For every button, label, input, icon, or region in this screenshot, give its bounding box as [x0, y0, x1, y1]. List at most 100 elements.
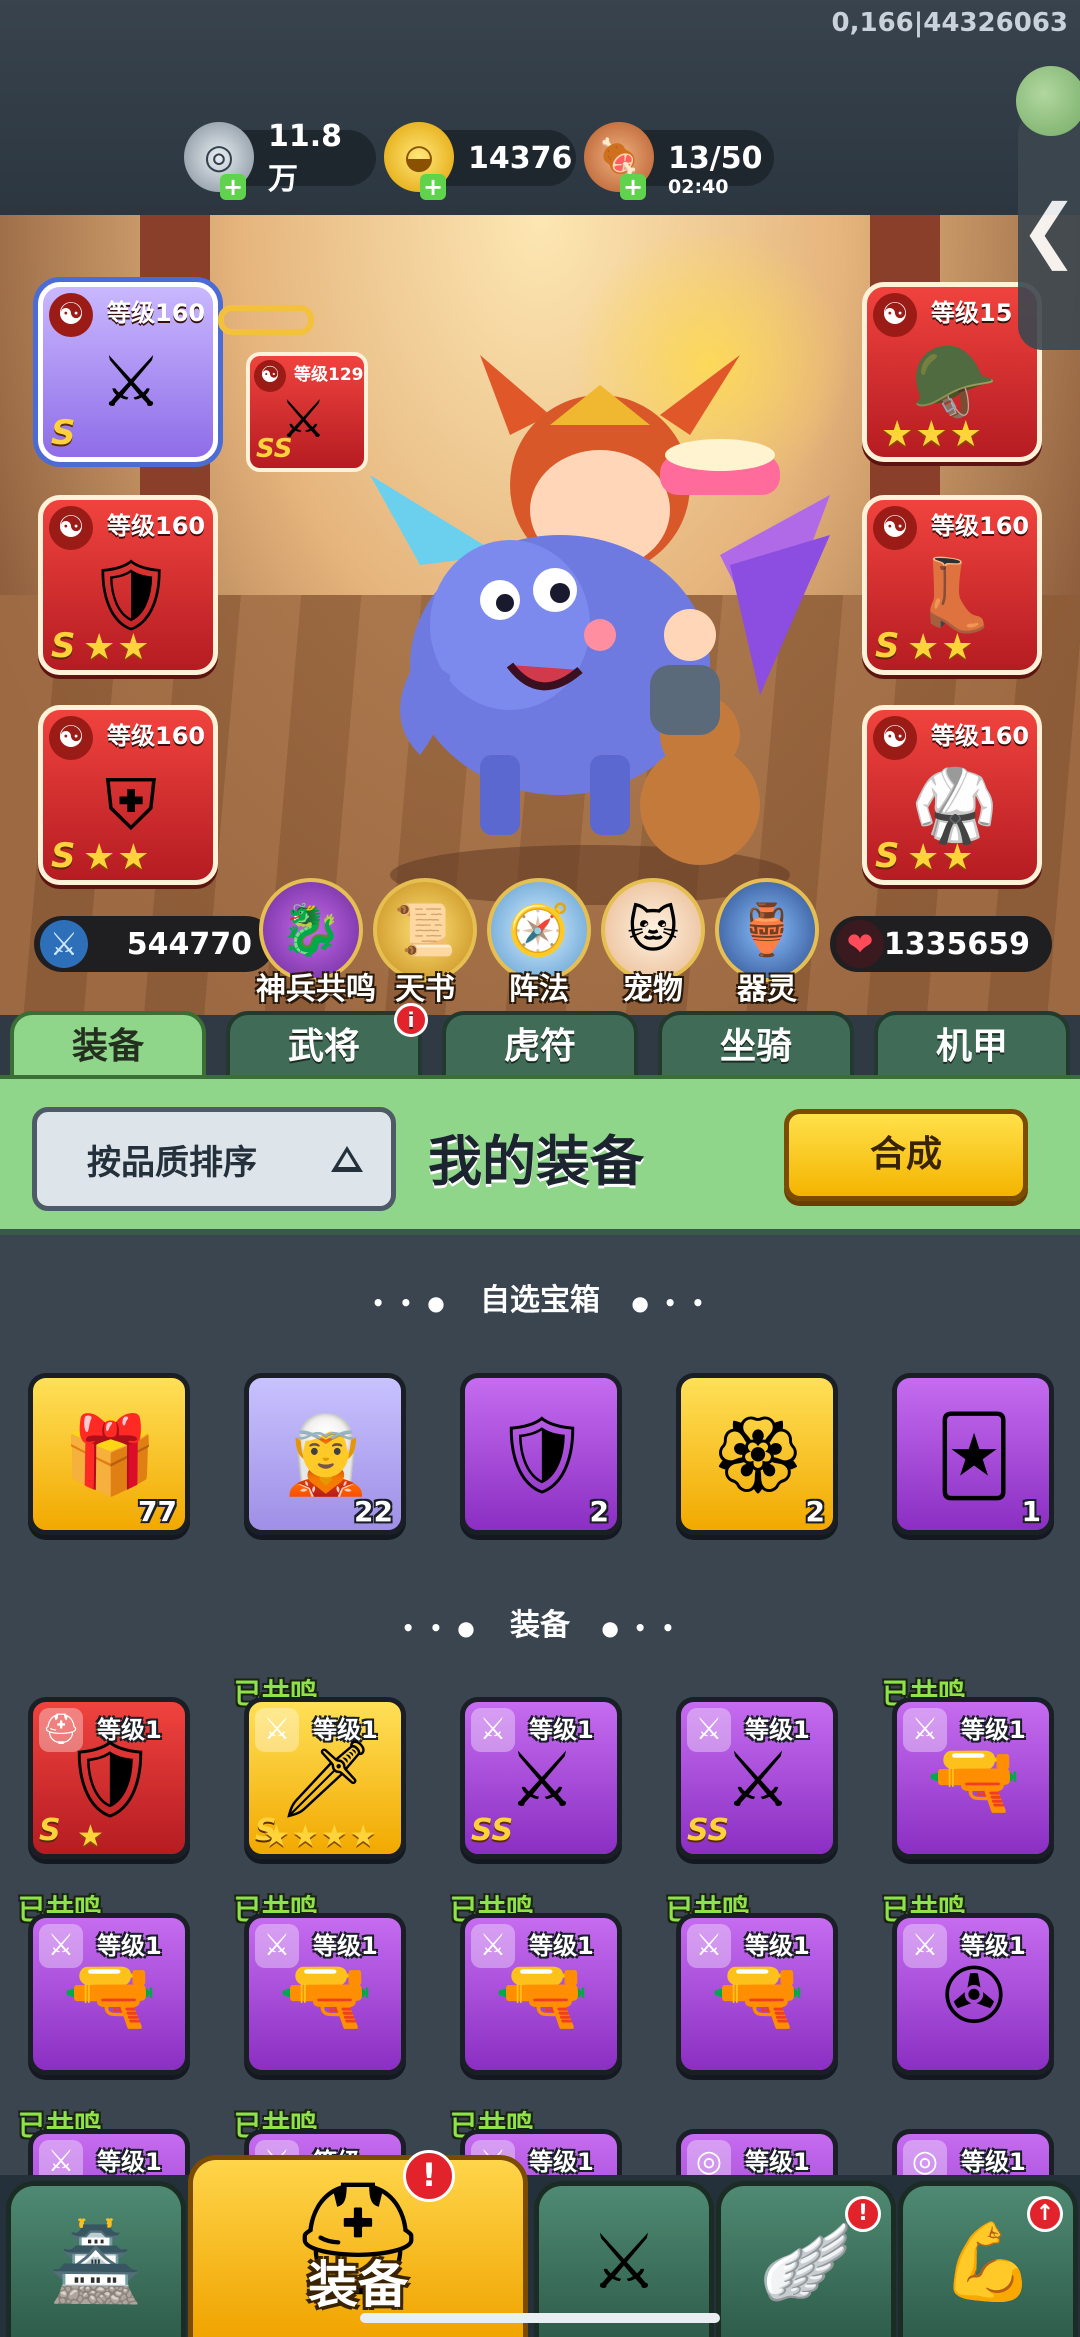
equip-level: 等级160 [107, 512, 206, 540]
section-dots-right: ● • • [601, 1616, 679, 1640]
equipment-item[interactable]: ⚔ 等级1 🔫 [676, 1913, 838, 2075]
combat-power-pill: ⚔ 544770 [34, 916, 274, 972]
tab-mecha[interactable]: 机甲 [874, 1011, 1070, 1081]
tab-mount[interactable]: 坐骑 [658, 1011, 854, 1081]
star-rating: ★ [77, 1819, 104, 1854]
equip-slot-boots[interactable]: ☯ 等级160 👢 S ★ ★ [862, 495, 1042, 675]
info-badge-icon: i [394, 1003, 428, 1037]
tab-label: 武将 [287, 1026, 360, 1067]
section-title-equipment: • • ● 装备 ● • • [0, 1600, 1080, 1644]
silver-coin-counter[interactable]: ◎ 11.8万 + [184, 119, 376, 200]
stamina-counter[interactable]: 🍖 13/50 + 02:40 [584, 122, 774, 200]
tab-equipment[interactable]: 装备 [10, 1011, 206, 1081]
tab-tiger-tally[interactable]: 虎符 [442, 1011, 638, 1081]
equipment-item[interactable]: ⚔ 等级1 🔫 [244, 1913, 406, 2075]
hero-card-icon: 🃏 [935, 1410, 1013, 1500]
yin-yang-icon: ☯ [49, 506, 93, 550]
chest-item[interactable]: 🧝 22 [244, 1373, 406, 1535]
feature-heavenly-book[interactable]: 📜 天书 [370, 878, 480, 1008]
nav-label: 装备 [308, 2256, 408, 2314]
side-event-icon[interactable] [1016, 66, 1080, 136]
chest-item[interactable]: 🏵 2 [676, 1373, 838, 1535]
tab-generals[interactable]: 武将 i [226, 1003, 428, 1081]
equip-slot-helmet[interactable]: ☯ 等级15 🪖 ★ ★ ★ [862, 282, 1042, 462]
yin-yang-icon: ☯ [873, 716, 917, 760]
upgrade-arrow-icon: ↑ [1027, 2196, 1063, 2232]
nav-city[interactable]: 🏯 [6, 2181, 186, 2337]
equip-grade: S [51, 413, 76, 453]
side-panel-toggle[interactable]: ❮ [1016, 66, 1080, 350]
nav-upgrade[interactable]: 💪 ↑ [898, 2181, 1078, 2337]
equipment-item[interactable]: ⚔ 等级1 🔫 [892, 1697, 1054, 1859]
section-dots-right: ● • • [631, 1291, 709, 1315]
equip-slot-weapon[interactable]: ☯ 等级160 ⚔ S [38, 282, 218, 462]
star-rating: ★ ★ ★ ★ [263, 1819, 377, 1854]
equip-grade: SS [256, 434, 293, 464]
linked-weapon-slot[interactable]: ☯ 等级129 ⚔ SS [246, 352, 368, 472]
crossbow-icon: 🔫 [494, 1950, 590, 2039]
stamina-timer: 02:40 [668, 176, 729, 198]
equip-level: 等级160 [931, 722, 1030, 750]
feature-label: 阵法 [509, 972, 569, 1007]
crossbow-icon: 🔫 [62, 1950, 158, 2039]
feature-pet[interactable]: 🐱 宠物 [598, 878, 708, 1008]
link-chain [218, 305, 314, 335]
equip-level: 等级160 [107, 299, 206, 327]
equipment-item[interactable]: ⚔ 等级1 ⚔ SS [460, 1697, 622, 1859]
section-dots-left: • • ● [371, 1291, 449, 1315]
hero-character-art[interactable] [360, 335, 840, 935]
nav-heroes[interactable]: 🪽 ! [716, 2181, 896, 2337]
add-stamina-button[interactable]: + [620, 174, 646, 200]
equipment-item[interactable]: ⛑ 等级1 🛡 S ★ [28, 1697, 190, 1859]
equipment-item[interactable]: ⚔ 等级1 🔫 [460, 1913, 622, 2075]
combine-button[interactable]: 合成 [784, 1109, 1028, 1201]
item-count: 22 [354, 1495, 393, 1528]
item-count: 77 [138, 1495, 177, 1528]
inventory-grid[interactable]: • • ● 自选宝箱 ● • • 🎁 77 🧝 22 🛡 2 🏵 2 🃏 1 •… [0, 1235, 1080, 2291]
equipment-item[interactable]: ⚔ 等级1 ✇ [892, 1913, 1054, 2075]
hero-shard-icon: 🧝 [278, 1410, 374, 1499]
feature-formation[interactable]: 🧭 阵法 [484, 878, 594, 1008]
equip-level: 等级129 [294, 365, 364, 385]
equip-level: 等级160 [107, 722, 206, 750]
add-gold-button[interactable]: + [420, 174, 446, 200]
equip-slot-chest[interactable]: ☯ 等级160 🥋 S ★ ★ [862, 705, 1042, 885]
sort-label: 按品质排序 [87, 1142, 257, 1183]
item-count: 2 [805, 1495, 825, 1528]
yin-yang-icon: ☯ [49, 716, 93, 760]
equip-slot-armor[interactable]: ☯ 等级160 🛡 S ★ ★ [38, 495, 218, 675]
yin-yang-icon: ☯ [873, 293, 917, 337]
section-dots-left: • • ● [401, 1616, 479, 1640]
home-indicator[interactable] [360, 2313, 720, 2323]
feature-artifact-spirit[interactable]: 🏺 器灵 [712, 878, 822, 1008]
chest-item[interactable]: 🎁 77 [28, 1373, 190, 1535]
feature-divine-weapon[interactable]: 🐉 神兵共鸣 [256, 878, 376, 1008]
star-rating: ★ ★ [907, 837, 974, 878]
equipment-item[interactable]: ⚔ 等级1 🗡 S ★ ★ ★ ★ [244, 1697, 406, 1859]
item-level: 等级1 [745, 2148, 810, 2176]
feature-label: 器灵 [737, 972, 797, 1007]
item-level: 等级1 [529, 2148, 594, 2176]
crossbow-icon: 🔫 [278, 1950, 374, 2039]
section-label: 自选宝箱 [480, 1283, 600, 1318]
equipment-item[interactable]: ⚔ 等级1 ⚔ SS [676, 1697, 838, 1859]
weapon-icon: ⚔ [99, 341, 163, 423]
equip-level: 等级15 [931, 299, 1013, 327]
crossed-swords-icon: ⚔ [589, 2217, 659, 2306]
hp-value: 1335659 [883, 926, 1030, 962]
sort-dropdown[interactable]: 按品质排序 [32, 1107, 396, 1211]
panel-title: 我的装备 [428, 1130, 644, 1193]
add-silver-button[interactable]: + [220, 174, 246, 200]
equip-grade: S [51, 626, 76, 666]
chest-item[interactable]: 🛡 2 [460, 1373, 622, 1535]
item-level: 等级1 [97, 2148, 162, 2176]
gold-ingot-counter[interactable]: ◒ 14376 + [384, 122, 576, 200]
feature-label: 天书 [395, 972, 455, 1007]
equip-slot-shield[interactable]: ☯ 等级160 ⛨ S ★ ★ [38, 705, 218, 885]
chest-item[interactable]: 🃏 1 [892, 1373, 1054, 1535]
nav-equipment[interactable]: ⛑ 装备 ! [188, 2150, 528, 2337]
winged-helmet-icon: 🪽 [758, 2216, 854, 2306]
equipment-item[interactable]: ⚔ 等级1 🔫 [28, 1913, 190, 2075]
alert-badge-icon: ! [845, 2196, 881, 2232]
item-grade: S [39, 1813, 61, 1848]
